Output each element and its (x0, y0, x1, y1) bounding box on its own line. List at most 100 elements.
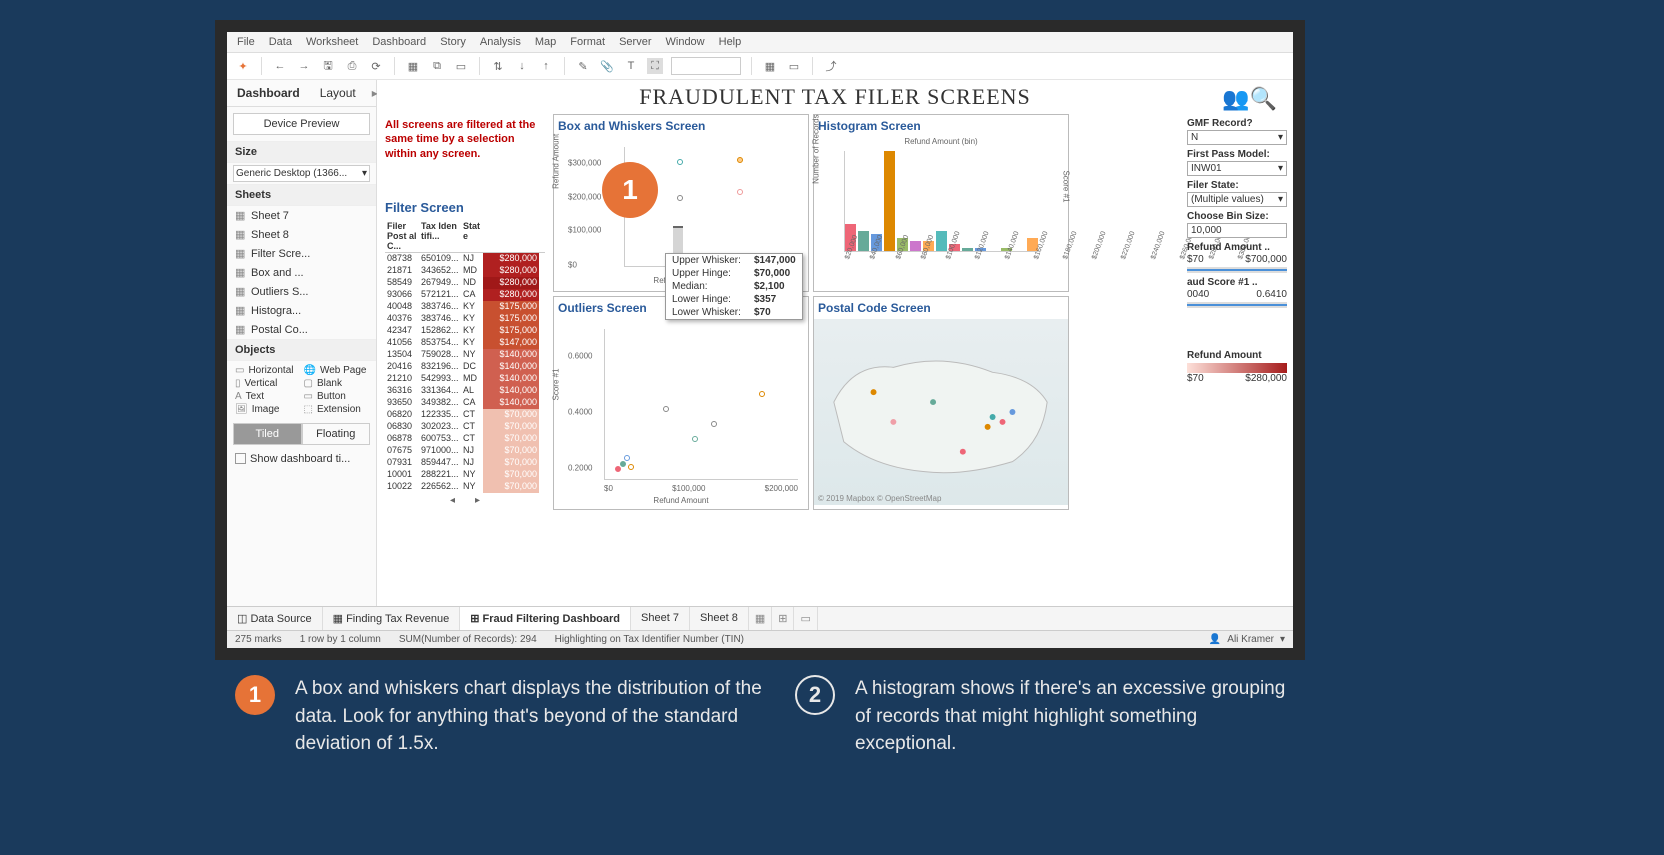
menu-server[interactable]: Server (619, 36, 651, 48)
tiled-button[interactable]: Tiled (233, 423, 302, 445)
object-button[interactable]: ▭ Button (304, 391, 369, 402)
fraud-slider[interactable] (1187, 302, 1287, 308)
table-row[interactable]: 10001288221...NY$70,000 (385, 469, 545, 481)
duplicate-icon[interactable]: ⧉ (429, 58, 445, 74)
highlight-icon[interactable]: ✎ (575, 58, 591, 74)
bin-input[interactable]: 10,000 (1187, 223, 1287, 238)
state-select[interactable]: (Multiple values)▾ (1187, 192, 1287, 207)
table-row[interactable]: 07931859447...NJ$70,000 (385, 457, 545, 469)
device-preview-button[interactable]: Device Preview (233, 113, 370, 135)
size-select[interactable]: Generic Desktop (1366...▾ (233, 165, 370, 182)
new-worksheet-icon[interactable]: ▦ (749, 607, 772, 630)
table-row[interactable]: 21210542993...MD$140,000 (385, 373, 545, 385)
sheet-item[interactable]: ▦Histogra... (227, 301, 376, 320)
table-row[interactable]: 07675971000...NJ$70,000 (385, 445, 545, 457)
object-text[interactable]: A Text (235, 391, 300, 402)
menu-map[interactable]: Map (535, 36, 556, 48)
object-image[interactable]: 🖼 Image (235, 404, 300, 415)
menu-window[interactable]: Window (666, 36, 705, 48)
sort-asc-icon[interactable]: ↓ (514, 58, 530, 74)
new-dashboard-icon[interactable]: ⊞ (772, 607, 794, 630)
outliers-screen[interactable]: Outliers Screen Score #1 0.2000 0.4000 0… (553, 296, 809, 510)
tableau-logo-icon: ✦ (235, 58, 251, 74)
sheet-item[interactable]: ▦Outliers S... (227, 282, 376, 301)
sheet-item[interactable]: ▦Sheet 7 (227, 206, 376, 225)
sheets-head: Sheets (227, 184, 376, 206)
sheet-item[interactable]: ▦Box and ... (227, 263, 376, 282)
clear-icon[interactable]: ▭ (453, 58, 469, 74)
chevron-down-icon: ▾ (362, 168, 367, 179)
menu-story[interactable]: Story (440, 36, 466, 48)
filter-note: All screens are filtered at the same tim… (385, 118, 543, 161)
object-web page[interactable]: 🌐 Web Page (304, 365, 369, 376)
floating-button[interactable]: Floating (302, 423, 371, 445)
refund-slider[interactable] (1187, 267, 1287, 273)
sheet-item[interactable]: ▦Filter Scre... (227, 244, 376, 263)
forward-icon[interactable]: → (296, 58, 312, 74)
model-select[interactable]: INW01▾ (1187, 161, 1287, 176)
filter-table[interactable]: Filer Post al C...Tax Iden tifi...Stat e… (385, 220, 545, 506)
table-row[interactable]: 21871343652...MD$280,000 (385, 265, 545, 277)
object-vertical[interactable]: ▯ Vertical (235, 378, 300, 389)
tab-dashboard[interactable]: Dashboard (227, 80, 310, 106)
table-row[interactable]: 41056853754...KY$147,000 (385, 337, 545, 349)
menu-file[interactable]: File (237, 36, 255, 48)
scroll-left-icon[interactable]: ◂ (450, 495, 455, 506)
right-filters: GMF Record? N▾ First Pass Model: INW01▾ … (1187, 114, 1287, 310)
fit-icon[interactable]: ⛶ (647, 58, 663, 74)
menu-worksheet[interactable]: Worksheet (306, 36, 358, 48)
text-icon[interactable]: T (623, 58, 639, 74)
table-row[interactable]: 06878600753...CT$70,000 (385, 433, 545, 445)
back-icon[interactable]: ← (272, 58, 288, 74)
present-icon[interactable]: ▭ (786, 58, 802, 74)
tab-sheet7[interactable]: Sheet 7 (631, 607, 690, 630)
sheet-item[interactable]: ▦Sheet 8 (227, 225, 376, 244)
new-sheet-icon[interactable]: ▦ (405, 58, 421, 74)
show-me-icon[interactable]: ▦ (762, 58, 778, 74)
data-source-tab[interactable]: ◫ Data Source (227, 607, 323, 630)
new-data-icon[interactable]: ⎙ (344, 58, 360, 74)
table-row[interactable]: 13504759028...NY$140,000 (385, 349, 545, 361)
table-row[interactable]: 08738650109...NJ$280,000 (385, 253, 545, 265)
save-icon[interactable]: 🖫 (320, 58, 336, 74)
sheet-tabs: ◫ Data Source ▦ Finding Tax Revenue ⊞ Fr… (227, 606, 1293, 630)
refresh-icon[interactable]: ⟳ (368, 58, 384, 74)
tab-layout[interactable]: Layout (310, 80, 366, 106)
table-row[interactable]: 40376383746...KY$175,000 (385, 313, 545, 325)
share-icon[interactable]: ⤴ (823, 58, 839, 74)
swap-icon[interactable]: ⇅ (490, 58, 506, 74)
menu-analysis[interactable]: Analysis (480, 36, 521, 48)
new-story-icon[interactable]: ▭ (794, 607, 817, 630)
table-row[interactable]: 10022226562...NY$70,000 (385, 481, 545, 493)
table-row[interactable]: 06820122335...CT$70,000 (385, 409, 545, 421)
table-row[interactable]: 36316331364...AL$140,000 (385, 385, 545, 397)
table-row[interactable]: 42347152862...KY$175,000 (385, 325, 545, 337)
histogram-bar[interactable] (884, 151, 895, 251)
checkbox-icon[interactable] (235, 453, 246, 464)
pin-icon[interactable]: 📎 (599, 58, 615, 74)
histogram-screen[interactable]: Histogram Screen Refund Amount (bin) Sco… (813, 114, 1069, 292)
table-row[interactable]: 06830302023...CT$70,000 (385, 421, 545, 433)
menu-data[interactable]: Data (269, 36, 292, 48)
toolbar: ✦ ← → 🖫 ⎙ ⟳ ▦ ⧉ ▭ ⇅ ↓ ↑ ✎ 📎 T ⛶ ▦ ▭ ⤴ (227, 53, 1293, 80)
object-blank[interactable]: ▢ Blank (304, 378, 369, 389)
sheet-item[interactable]: ▦Postal Co... (227, 320, 376, 339)
table-row[interactable]: 58549267949...ND$280,000 (385, 277, 545, 289)
table-row[interactable]: 20416832196...DC$140,000 (385, 361, 545, 373)
tab-finding[interactable]: ▦ Finding Tax Revenue (323, 607, 461, 630)
menu-help[interactable]: Help (719, 36, 742, 48)
table-row[interactable]: 40048383746...KY$175,000 (385, 301, 545, 313)
scroll-right-icon[interactable]: ▸ (475, 495, 480, 506)
menu-format[interactable]: Format (570, 36, 605, 48)
gmf-select[interactable]: N▾ (1187, 130, 1287, 145)
table-row[interactable]: 93650349382...CA$140,000 (385, 397, 545, 409)
menu-dashboard[interactable]: Dashboard (372, 36, 426, 48)
sort-desc-icon[interactable]: ↑ (538, 58, 554, 74)
tab-fraud-dashboard[interactable]: ⊞ Fraud Filtering Dashboard (460, 607, 631, 630)
object-extension[interactable]: ⬚ Extension (304, 404, 369, 415)
table-row[interactable]: 93066572121...CA$280,000 (385, 289, 545, 301)
postal-code-screen[interactable]: Postal Code Screen © 2019 Mapbox © OpenS… (813, 296, 1069, 510)
tab-sheet8[interactable]: Sheet 8 (690, 607, 749, 630)
object-horizontal[interactable]: ▭ Horizontal (235, 365, 300, 376)
search-input[interactable] (671, 57, 741, 75)
